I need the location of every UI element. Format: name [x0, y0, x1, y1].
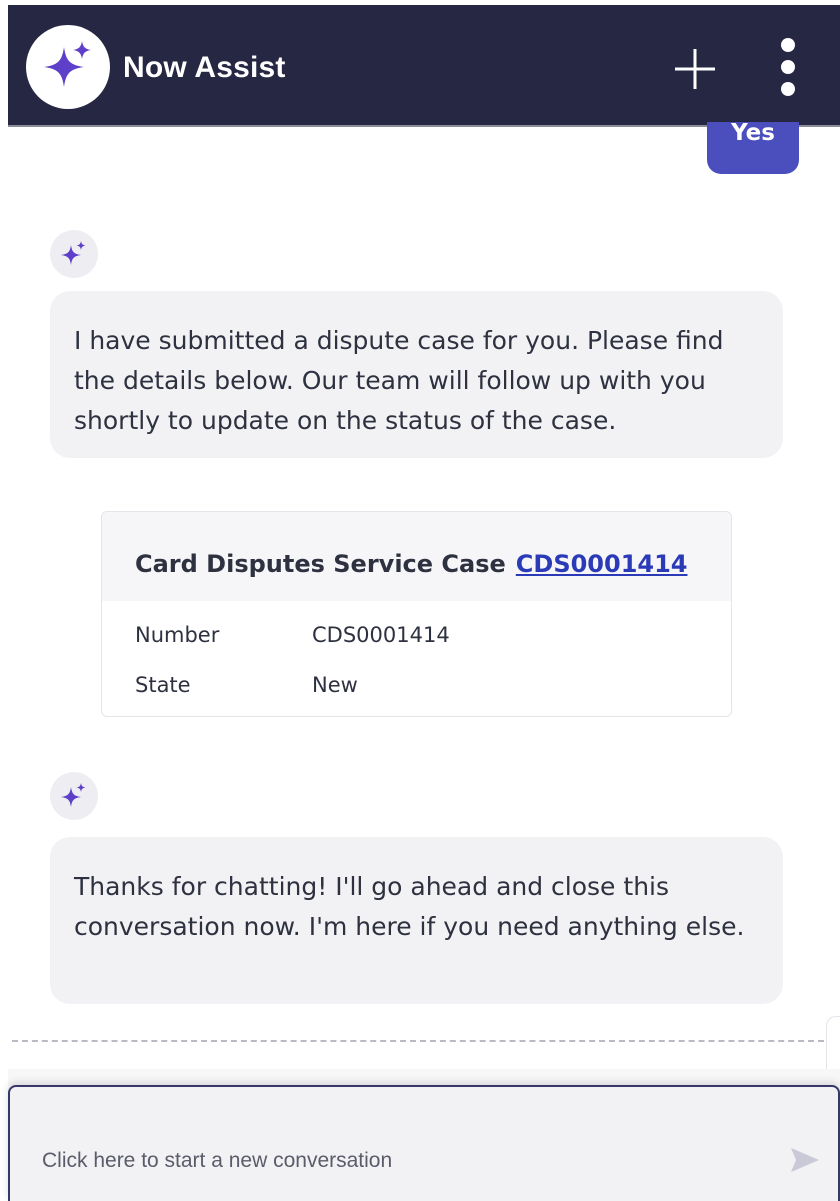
assistant-message-bubble: I have submitted a dispute case for you.… — [50, 291, 783, 458]
assistant-message-bubble: Thanks for chatting! I'll go ahead and c… — [50, 837, 783, 1004]
more-options-button[interactable] — [768, 30, 808, 110]
assistant-message-text: Thanks for chatting! I'll go ahead and c… — [74, 872, 745, 941]
assistant-avatar — [50, 230, 98, 278]
case-field-label: State — [135, 673, 191, 697]
app-title: Now Assist — [123, 51, 286, 84]
user-message-bubble: Yes — [707, 122, 799, 174]
more-vertical-icon — [781, 38, 795, 96]
sparkle-icon — [61, 241, 86, 265]
case-field-value: CDS0001414 — [312, 623, 450, 647]
sparkle-icon — [61, 783, 86, 807]
plus-icon — [675, 49, 715, 89]
case-field-label: Number — [135, 623, 220, 647]
send-icon[interactable] — [788, 1145, 822, 1179]
case-card: Card Disputes Service Case CDS0001414 Num… — [101, 511, 732, 717]
case-card-title: Card Disputes Service Case — [135, 550, 506, 578]
case-field-row: State New — [135, 673, 358, 697]
case-number-link[interactable]: CDS0001414 — [516, 550, 688, 578]
case-card-header: Card Disputes Service Case CDS0001414 — [102, 512, 731, 601]
user-message-text: Yes — [731, 122, 775, 146]
sparkle-icon — [26, 25, 110, 109]
assistant-message-text: I have submitted a dispute case for you.… — [74, 326, 724, 435]
new-conversation-input[interactable]: Click here to start a new conversation — [42, 1149, 742, 1173]
message-composer[interactable]: Click here to start a new conversation — [8, 1085, 840, 1201]
case-field-value: New — [312, 673, 358, 697]
assistant-avatar — [50, 772, 98, 820]
case-field-row: Number CDS0001414 — [135, 623, 450, 647]
chat-header: Now Assist — [8, 5, 840, 127]
new-conversation-button[interactable] — [663, 33, 727, 97]
conversation-end-divider — [12, 1040, 824, 1042]
